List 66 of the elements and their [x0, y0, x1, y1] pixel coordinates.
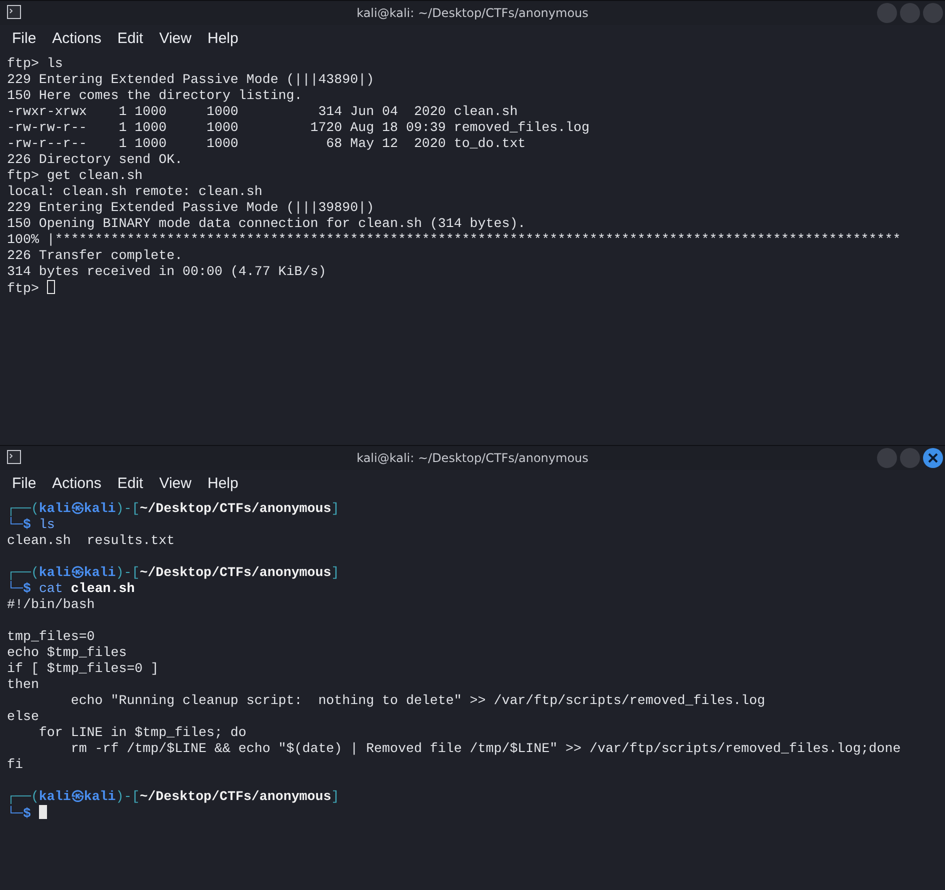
menu-item[interactable]: Actions	[44, 27, 110, 50]
terminal-output-line: -rw-rw-r-- 1 1000 1000 1720 Aug 18 09:39 removed_files.log	[7, 120, 590, 135]
terminal-output-line: local: clean.sh remote: clean.sh	[7, 184, 262, 199]
terminal-output-line: echo $tmp_files	[7, 645, 127, 660]
terminal-output-line: echo "Running cleanup script: nothing to delete" >> /var/ftp/scripts/removed_files.log	[70, 693, 766, 708]
close-button[interactable]	[923, 448, 943, 468]
terminal-output-line: ftp> ls	[7, 56, 63, 71]
terminal-output-line: if [ $tmp_files=0 ]	[7, 661, 159, 676]
terminal-output-line: rm -rf /tmp/$LINE && echo "$(date) | Removed file /tmp/$LINE" >> /var/ftp/scripts/removed_files.log;done	[70, 741, 901, 756]
menu-item[interactable]: View	[151, 27, 200, 50]
terminal-output-line: #!/bin/bash	[7, 597, 95, 612]
terminal-output-line: 150 Here comes the directory listing.	[7, 88, 302, 103]
prompt-frame: )-[	[116, 501, 140, 516]
terminal-output-line: 226 Directory send OK.	[7, 152, 183, 167]
command-argument: clean.sh	[70, 581, 135, 596]
terminal-output-line: clean.sh results.txt	[7, 533, 175, 548]
menu-item[interactable]: File	[4, 472, 44, 495]
prompt-frame: ]	[331, 789, 340, 804]
window-title: kali@kali: ~/Desktop/CTFs/anonymous	[356, 451, 588, 465]
prompt-symbol: └─$	[7, 581, 31, 596]
terminal-icon	[7, 5, 21, 19]
menu-item[interactable]: Edit	[109, 472, 152, 495]
prompt-frame: )-[	[116, 565, 140, 580]
menu-item[interactable]: Edit	[109, 27, 152, 50]
prompt-user-host: kali㉿kali	[38, 565, 116, 580]
prompt-frame: ]	[331, 501, 340, 516]
minimize-button[interactable]	[877, 448, 897, 468]
command-text: cat	[38, 581, 63, 596]
menu-item[interactable]: Help	[199, 27, 246, 50]
close-icon	[928, 453, 938, 463]
terminal-output-line: then	[7, 677, 39, 692]
terminal-output-line: else	[7, 709, 39, 724]
terminal-output-line: 229 Entering Extended Passive Mode (|||39890|)	[7, 200, 374, 215]
prompt-path: ~/Desktop/CTFs/anonymous	[140, 501, 332, 516]
prompt-frame: ┌──(	[7, 565, 39, 580]
terminal-output-line: 150 Opening BINARY mode data connection for clean.sh (314 bytes).	[7, 216, 526, 231]
menu-item[interactable]: View	[151, 472, 200, 495]
terminal-output-line: for LINE in $tmp_files; do	[38, 725, 246, 740]
prompt-symbol: └─$	[7, 517, 31, 532]
terminal-output-line: 314 bytes received in 00:00 (4.77 KiB/s)	[7, 264, 326, 279]
prompt-frame: ┌──(	[7, 501, 39, 516]
minimize-button[interactable]	[877, 3, 897, 23]
prompt-user-host: kali㉿kali	[38, 501, 116, 516]
prompt-symbol: └─$	[7, 806, 31, 821]
terminal-output-line: 229 Entering Extended Passive Mode (|||43890|)	[7, 72, 374, 87]
prompt-path: ~/Desktop/CTFs/anonymous	[140, 789, 332, 804]
window-title: kali@kali: ~/Desktop/CTFs/anonymous	[356, 6, 588, 20]
prompt-frame: ]	[331, 565, 340, 580]
terminal-output-line: -rwxr-xrwx 1 1000 1000 314 Jun 04 2020 clean.sh	[7, 104, 518, 119]
terminal-output-line: fi	[7, 757, 23, 772]
terminal-output-line: ftp>	[7, 281, 40, 296]
command-text: ls	[38, 517, 55, 532]
terminal-output-line: 100% |**********************************************************************************************************	[7, 232, 901, 247]
prompt-user-host: kali㉿kali	[38, 789, 116, 804]
terminal-output-line: -rw-r--r-- 1 1000 1000 68 May 12 2020 to_do.txt	[7, 136, 526, 151]
menu-item[interactable]: Actions	[44, 472, 110, 495]
prompt-frame: )-[	[116, 789, 140, 804]
prompt-path: ~/Desktop/CTFs/anonymous	[140, 565, 332, 580]
terminal-output-line: ftp> get clean.sh	[7, 168, 143, 183]
terminal-icon	[7, 450, 21, 464]
terminal-output-line: tmp_files=0	[7, 629, 95, 644]
prompt-frame: ┌──(	[7, 789, 39, 804]
terminal-output-line: 226 Transfer complete.	[7, 248, 183, 263]
maximize-button[interactable]	[900, 3, 920, 23]
menu-item[interactable]: Help	[199, 472, 246, 495]
menu-item[interactable]: File	[4, 27, 44, 50]
